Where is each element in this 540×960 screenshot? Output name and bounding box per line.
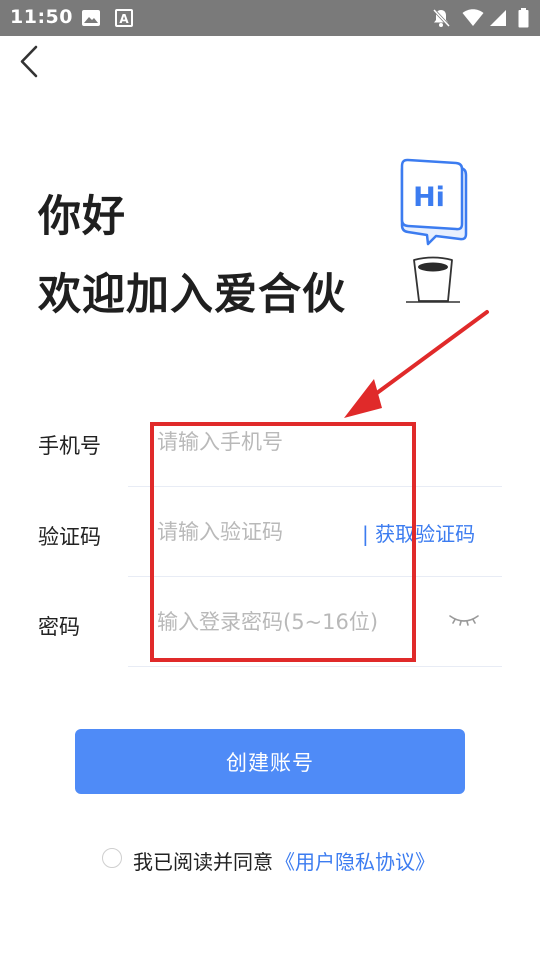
font-a-icon: A <box>115 9 133 27</box>
annotation-highlight-box <box>150 422 416 662</box>
cellular-signal-icon <box>490 10 506 26</box>
status-bar: 11:50 A <box>0 0 540 36</box>
battery-icon <box>518 8 529 28</box>
create-account-button[interactable]: 创建账号 <box>75 729 465 794</box>
agreement-checkbox[interactable] <box>102 848 122 868</box>
speech-bubble-icon: Hi <box>400 158 468 246</box>
agreement-text: 我已阅读并同意 <box>133 850 273 874</box>
annotation-arrow <box>344 310 489 418</box>
privacy-policy-link[interactable]: 《用户隐私协议》 <box>275 846 435 875</box>
back-button[interactable] <box>14 44 46 80</box>
password-label: 密码 <box>38 615 80 639</box>
image-icon <box>82 10 100 26</box>
eye-closed-icon <box>449 615 479 626</box>
bubble-text: Hi <box>413 182 445 213</box>
greeting-line-1: 你好 <box>38 192 126 242</box>
phone-label: 手机号 <box>38 434 101 458</box>
status-time: 11:50 <box>10 6 73 28</box>
coffee-cup-icon <box>406 256 460 303</box>
notifications-off-icon <box>432 8 450 28</box>
chevron-left-icon <box>20 45 38 78</box>
password-divider <box>128 666 502 667</box>
svg-text:A: A <box>119 12 129 26</box>
password-visibility-toggle[interactable] <box>447 610 481 630</box>
wifi-icon <box>462 9 484 26</box>
code-label: 验证码 <box>38 525 101 549</box>
greeting-line-2: 欢迎加入爱合伙 <box>38 270 346 320</box>
